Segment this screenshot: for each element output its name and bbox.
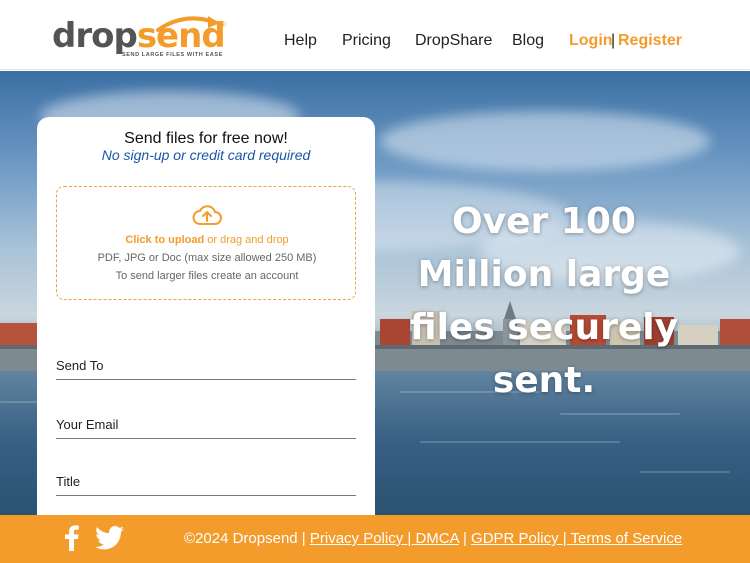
nav-blog[interactable]: Blog — [512, 32, 544, 50]
file-dropzone[interactable]: Click to upload or drag and drop PDF, JP… — [56, 186, 356, 300]
nav-separator: | — [611, 32, 616, 49]
footer-copyright: ©2024 Dropsend | — [184, 530, 310, 547]
upload-formats: PDF, JPG or Doc (max size allowed 250 MB… — [97, 252, 317, 264]
footer-sep[interactable]: | — [563, 530, 571, 547]
title-field[interactable]: Title — [56, 474, 356, 496]
hero-headline: Over 100 Million large files securely se… — [385, 195, 703, 407]
nav-help[interactable]: Help — [284, 32, 317, 50]
your-email-field[interactable]: Your Email — [56, 417, 356, 439]
footer-sep: | — [458, 530, 472, 547]
card-subtitle: No sign-up or credit card required — [101, 147, 311, 163]
title-label: Title — [56, 474, 81, 489]
logo-tagline: SEND LARGE FILES WITH EASE — [122, 52, 223, 58]
privacy-policy-link[interactable]: Privacy Policy — [310, 530, 408, 547]
nav-pricing[interactable]: Pricing — [342, 32, 391, 50]
cloud-shape — [380, 111, 710, 171]
send-to-label: Send To — [56, 358, 104, 373]
hero-line-1: Over 100 — [452, 201, 636, 242]
water-ripple — [640, 471, 730, 473]
logo-text-send: send — [136, 16, 226, 56]
upload-larger-note: To send larger files create an account — [115, 270, 299, 282]
click-to-upload-link[interactable]: Click to upload — [125, 234, 204, 246]
facebook-icon[interactable] — [64, 525, 80, 551]
water-ripple — [420, 441, 620, 443]
nav-dropshare[interactable]: DropShare — [415, 32, 492, 50]
logo-text-drop: drop — [52, 16, 138, 56]
drag-drop-text: or drag and drop — [204, 234, 289, 246]
hero-line-4: sent. — [492, 360, 596, 401]
cloud-upload-icon — [192, 205, 222, 225]
water-ripple — [560, 413, 680, 415]
site-header: dropsend ® SEND LARGE FILES WITH EASE He… — [0, 0, 750, 70]
terms-of-service-link[interactable]: Terms of Service — [571, 530, 683, 547]
site-footer: ©2024 Dropsend | Privacy Policy | DMCA |… — [0, 515, 750, 563]
footer-links: ©2024 Dropsend | Privacy Policy | DMCA |… — [184, 530, 682, 547]
logo-registered-mark: ® — [220, 20, 226, 29]
twitter-icon[interactable] — [95, 526, 124, 550]
hero-line-3: files securely — [409, 307, 679, 348]
upload-instruction[interactable]: Click to upload or drag and drop — [57, 234, 357, 246]
gdpr-policy-link[interactable]: GDPR Policy — [471, 530, 563, 547]
upload-card: Send files for free now! No sign-up or c… — [37, 117, 375, 537]
card-title: Send files for free now! — [124, 130, 288, 147]
your-email-label: Your Email — [56, 417, 119, 432]
nav-login[interactable]: Login — [569, 32, 613, 50]
hero-line-2: Million large — [417, 254, 671, 295]
dmca-link[interactable]: DMCA — [415, 530, 458, 547]
dropsend-logo[interactable]: dropsend ® SEND LARGE FILES WITH EASE — [52, 14, 227, 60]
send-to-field[interactable]: Send To — [56, 358, 356, 380]
nav-register[interactable]: Register — [618, 32, 682, 50]
